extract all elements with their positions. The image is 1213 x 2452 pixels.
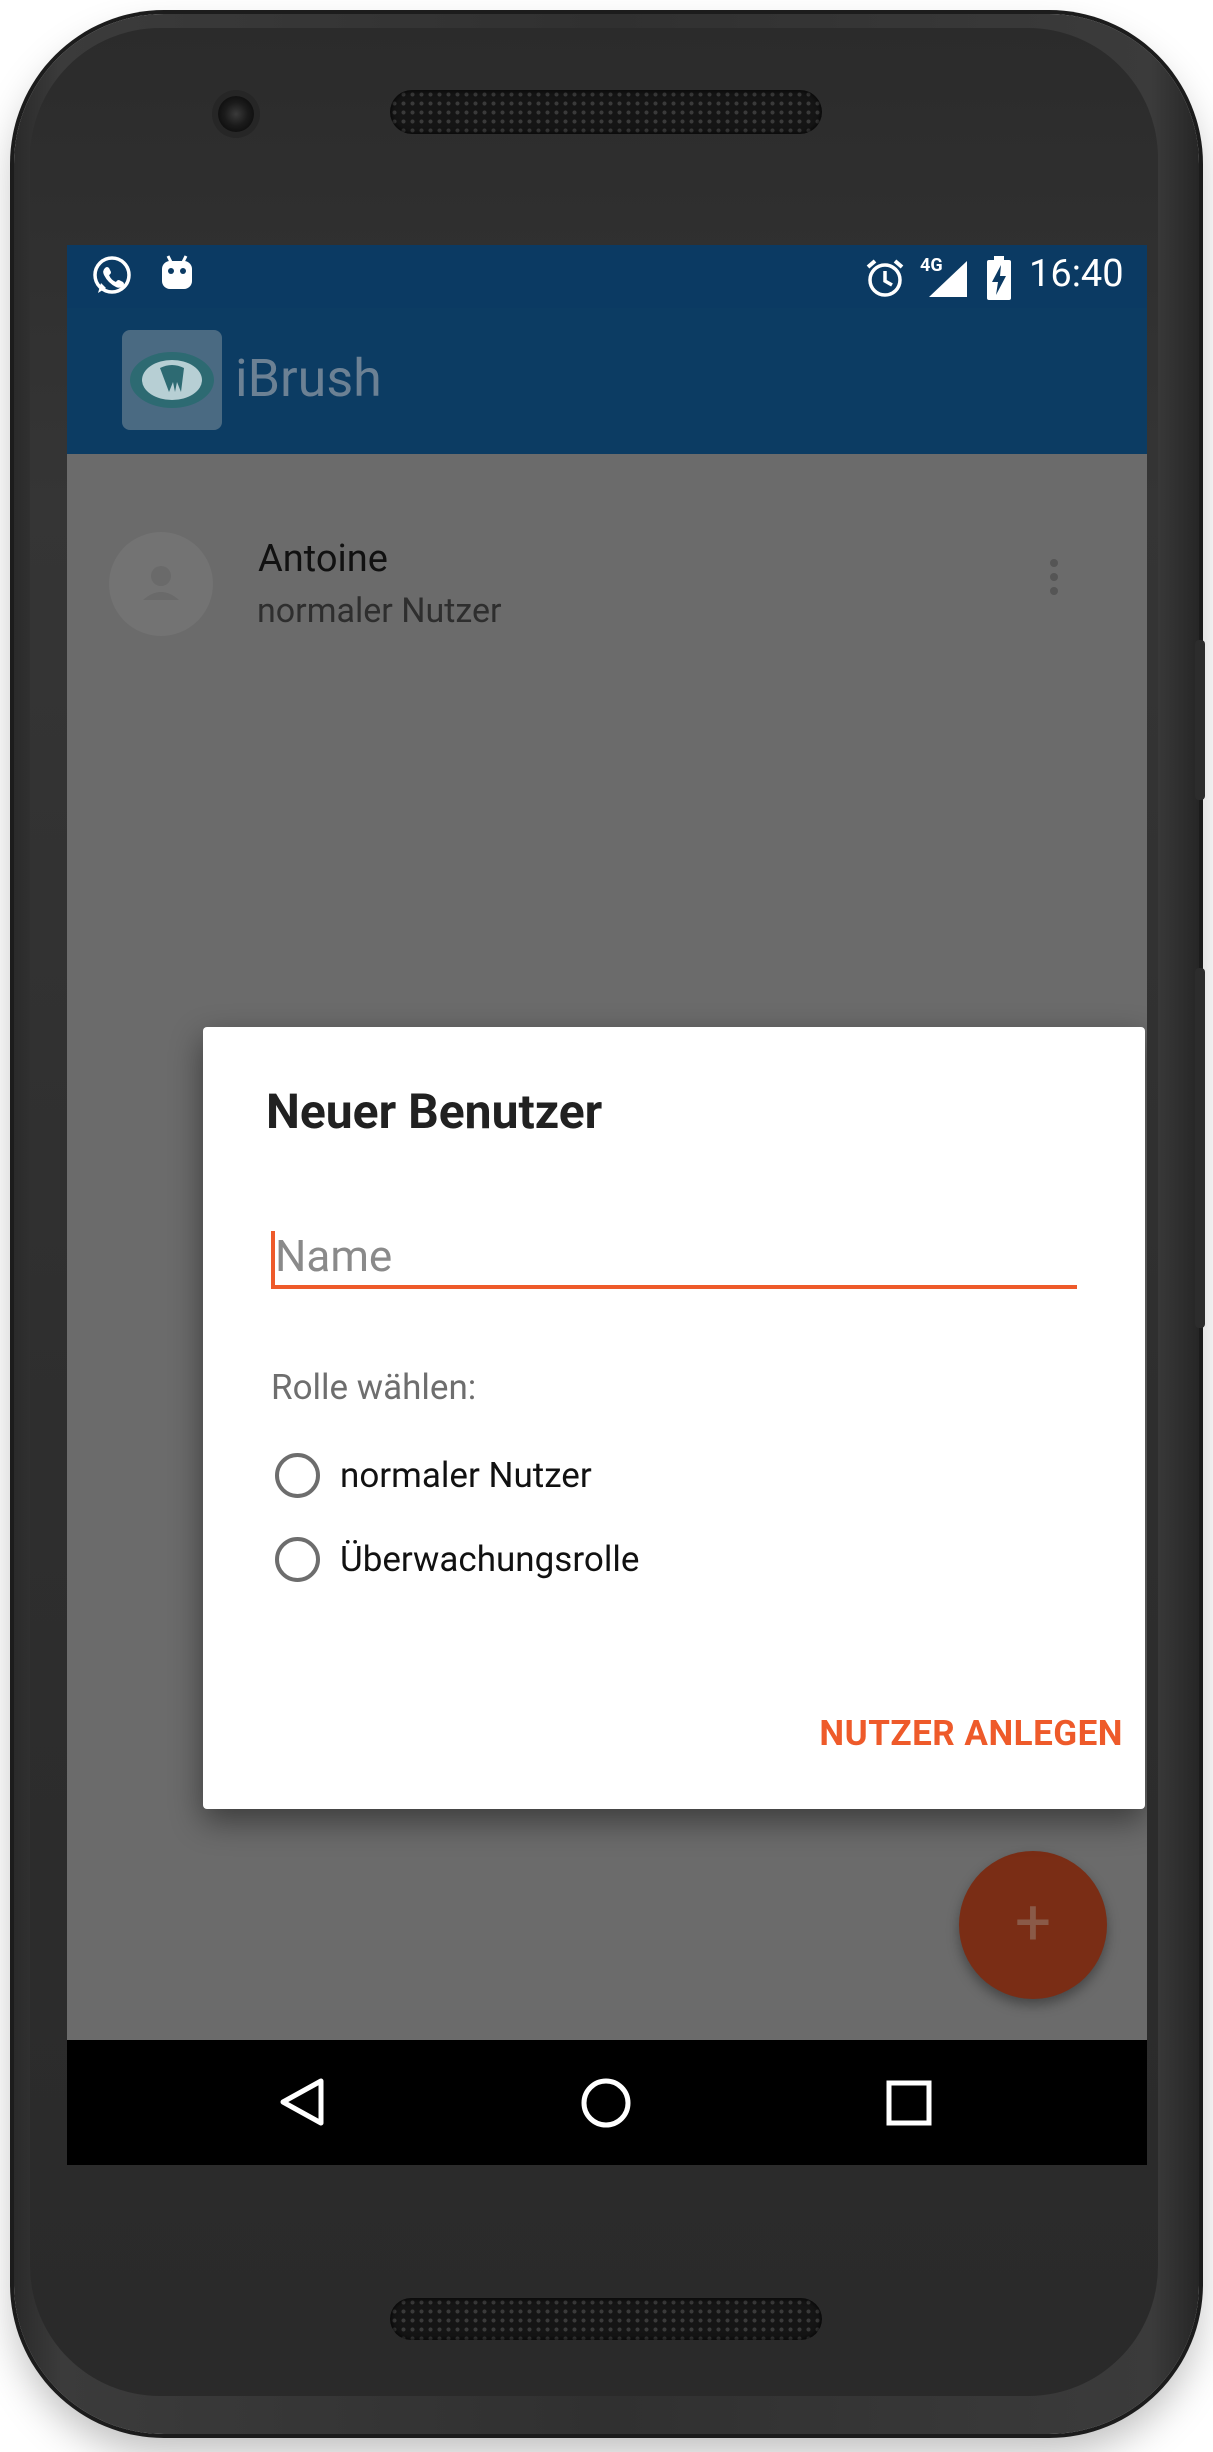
user-name: Antoine	[258, 537, 388, 581]
home-icon[interactable]	[579, 2076, 633, 2130]
user-role: normaler Nutzer	[257, 591, 502, 631]
name-input[interactable]	[271, 1227, 1077, 1289]
status-time: 16:40	[1029, 252, 1124, 296]
tooth-logo-icon	[122, 330, 222, 430]
avatar[interactable]	[109, 532, 213, 636]
power-button	[1195, 640, 1205, 800]
navigation-bar	[67, 2040, 1147, 2165]
role-option-label: normaler Nutzer	[340, 1455, 592, 1496]
radio-button[interactable]	[275, 1453, 320, 1498]
text-cursor	[271, 1231, 275, 1287]
role-option-label: Überwachungsrolle	[340, 1539, 640, 1580]
app-title: iBrush	[235, 348, 382, 409]
signal-icon	[929, 261, 967, 297]
recents-icon[interactable]	[885, 2079, 933, 2127]
volume-button	[1195, 968, 1205, 1328]
screen: 4G 16:40 iBrush Antoine normaler Nutzer …	[67, 245, 1147, 2165]
bottom-speaker	[390, 2298, 822, 2340]
status-bar: 4G 16:40	[67, 245, 1147, 308]
more-options-icon[interactable]	[1042, 557, 1066, 601]
battery-charging-icon	[987, 256, 1011, 300]
back-icon[interactable]	[277, 2077, 327, 2127]
front-camera	[218, 96, 254, 132]
create-user-button[interactable]: NUTZER ANLEGEN	[763, 1713, 1123, 1754]
app-bar: iBrush	[67, 308, 1147, 454]
radio-button[interactable]	[275, 1537, 320, 1582]
role-label: Rolle wählen:	[271, 1367, 477, 1408]
role-option-normal[interactable]: normaler Nutzer	[275, 1451, 695, 1507]
alarm-icon	[866, 259, 904, 297]
role-option-monitoring[interactable]: Überwachungsrolle	[275, 1535, 695, 1591]
person-icon	[143, 566, 179, 600]
whatsapp-icon	[93, 256, 131, 294]
new-user-dialog: Neuer Benutzer Rolle wählen: normaler Nu…	[203, 1027, 1145, 1809]
top-speaker	[390, 90, 822, 134]
add-user-button[interactable]: +	[959, 1851, 1107, 1999]
android-icon	[162, 255, 192, 289]
dialog-title: Neuer Benutzer	[266, 1083, 603, 1140]
